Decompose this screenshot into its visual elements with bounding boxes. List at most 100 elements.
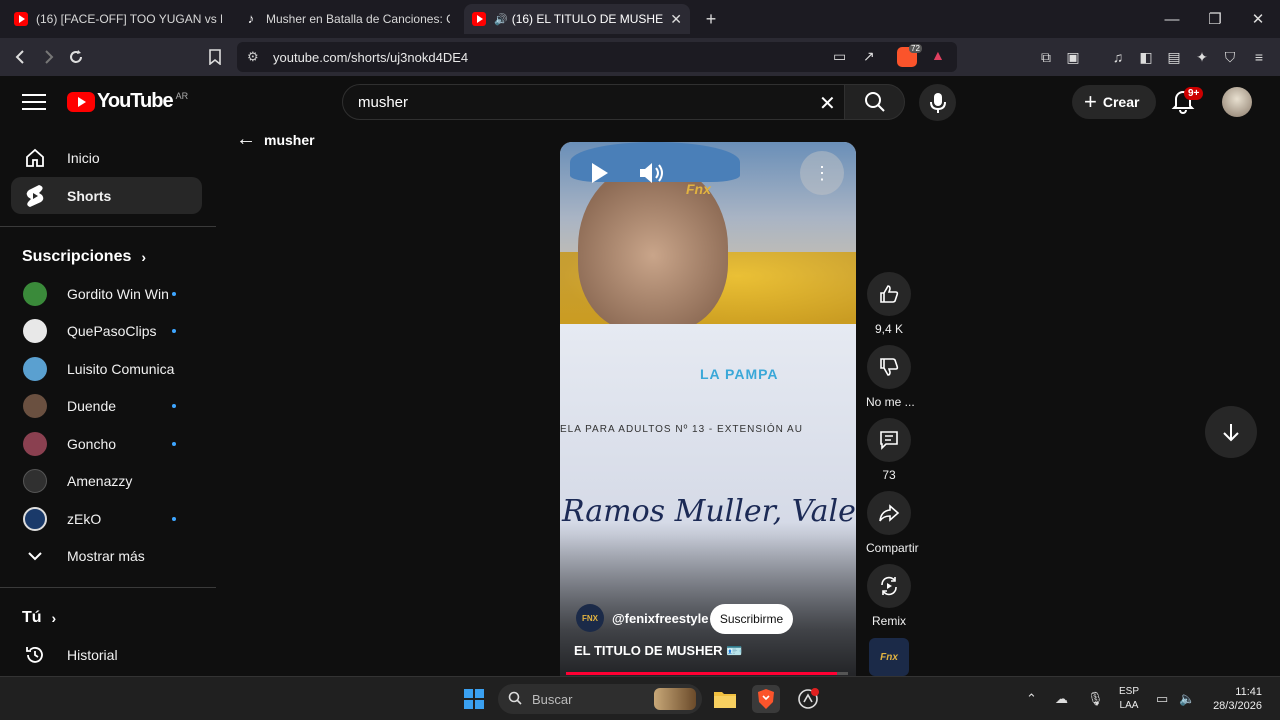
dislike-action[interactable]: No me ...: [866, 345, 915, 409]
brave-rewards-icon[interactable]: ▲: [931, 47, 945, 63]
channel-avatar: [23, 318, 47, 343]
maximize-icon[interactable]: ❐: [1193, 0, 1237, 38]
video-title[interactable]: EL TITULO DE MUSHER 🪪: [574, 643, 742, 659]
input-language[interactable]: ESP LAA: [1119, 685, 1139, 713]
shields-count: 72: [909, 44, 922, 53]
dislike-button[interactable]: [867, 345, 911, 389]
certificate-line-text: ELA PARA ADULTOS Nº 13 - EXTENSIÓN AU: [560, 424, 803, 435]
back-icon[interactable]: [8, 44, 34, 70]
windows-start-icon[interactable]: [460, 685, 488, 713]
sidebar-item-label: Amenazzy: [67, 472, 133, 489]
like-action[interactable]: 9,4 K: [866, 272, 912, 336]
you-heading[interactable]: Tú ›: [22, 609, 56, 627]
microphone-tray-icon[interactable]: 🎙: [1087, 691, 1104, 707]
file-explorer-icon[interactable]: [711, 685, 739, 713]
next-video-button[interactable]: [1205, 406, 1257, 458]
remix-icon: [881, 576, 897, 596]
comments-button[interactable]: [867, 418, 911, 462]
leo-ai-icon[interactable]: ✦: [1193, 48, 1211, 66]
sidebar-item-inicio[interactable]: Inicio: [11, 139, 202, 176]
media-icon[interactable]: ♫: [1109, 48, 1127, 66]
sidebar-item-shorts[interactable]: Shorts: [11, 177, 202, 214]
arrow-down-icon: [1223, 424, 1239, 442]
more-options-icon[interactable]: ⋮: [800, 151, 844, 195]
sidebar-item-subscription[interactable]: Amenazzy: [11, 462, 202, 499]
browser-tab-2[interactable]: ♪ Musher en Batalla de Canciones: Can: [236, 4, 458, 34]
channel-avatar: [23, 393, 47, 418]
new-content-dot: [172, 292, 176, 296]
search-input[interactable]: musher: [358, 94, 408, 111]
channel-name[interactable]: @fenixfreestyle: [612, 611, 709, 626]
remix-button[interactable]: [867, 564, 911, 608]
volume-tray-icon[interactable]: 🔈: [1179, 691, 1195, 707]
address-bar[interactable]: ⚙ youtube.com/shorts/uj3nokd4DE4 ▭ ↗ 72 …: [237, 42, 957, 72]
share-label: Compartir: [866, 541, 919, 555]
share-button[interactable]: [867, 491, 911, 535]
history-icon: [23, 643, 47, 667]
search-button[interactable]: [844, 84, 905, 120]
system-clock[interactable]: 11:41 28/3/2026: [1206, 685, 1262, 713]
search-box[interactable]: musher ✕: [342, 84, 905, 120]
close-window-icon[interactable]: ✕: [1236, 0, 1280, 38]
shorts-video-player[interactable]: LA PAMPA ELA PARA ADULTOS Nº 13 - EXTENS…: [560, 142, 856, 676]
language-code: ESP: [1119, 686, 1140, 697]
minimize-icon[interactable]: —: [1150, 0, 1194, 38]
channel-avatar[interactable]: FNX: [576, 604, 604, 632]
volume-icon[interactable]: [636, 158, 666, 188]
browser-toolbar: ⚙ youtube.com/shorts/uj3nokd4DE4 ▭ ↗ 72 …: [0, 38, 1280, 76]
clock-time: 11:41: [1235, 686, 1262, 698]
remix-action[interactable]: Remix: [866, 564, 912, 628]
bookmark-icon[interactable]: [202, 44, 228, 70]
brave-browser-icon[interactable]: [752, 685, 780, 713]
sidebar-item-label: Mostrar más: [67, 547, 145, 564]
create-button[interactable]: + Crear: [1072, 85, 1156, 119]
show-hidden-icons-icon[interactable]: ⌃: [1026, 691, 1037, 707]
tab-title: Musher en Batalla de Canciones: Can: [266, 12, 450, 26]
new-tab-button[interactable]: +: [698, 6, 724, 32]
sidebar-item-subscription[interactable]: Luisito Comunica: [11, 350, 202, 387]
dislike-label: No me ...: [866, 395, 915, 409]
site-info-icon[interactable]: ⚙: [247, 49, 259, 65]
subscribe-button[interactable]: Suscribirme: [710, 604, 793, 634]
browser-tab-3-active[interactable]: 🔊 (16) EL TITULO DE MUSHER 🪪 ✕: [464, 4, 690, 34]
close-tab-icon[interactable]: ✕: [664, 11, 682, 28]
comments-action[interactable]: 73: [866, 418, 912, 482]
vpn-icon[interactable]: ⛉: [1221, 48, 1239, 66]
cast-icon[interactable]: ▭: [833, 48, 846, 65]
sidebar-icon[interactable]: ◧: [1137, 48, 1155, 66]
sidebar-item-label: Luisito Comunica: [67, 360, 175, 377]
account-avatar[interactable]: [1222, 87, 1252, 117]
channel-avatar: [23, 506, 47, 531]
voice-search-button[interactable]: [919, 84, 956, 121]
taskbar-search[interactable]: Buscar: [498, 684, 702, 714]
channel-avatar: [23, 356, 47, 381]
forward-icon[interactable]: [35, 44, 61, 70]
clock-date: 28/3/2026: [1213, 700, 1262, 712]
sidebar-item-history[interactable]: Historial: [11, 636, 202, 673]
back-to-search-button[interactable]: ← musher: [236, 128, 315, 151]
clear-search-icon[interactable]: ✕: [819, 91, 836, 116]
video-progress-bar[interactable]: [566, 672, 848, 675]
browser-tab-1[interactable]: (16) [FACE-OFF] TOO YUGAN vs MUS: [6, 4, 230, 34]
show-more-button[interactable]: Mostrar más: [11, 537, 202, 574]
reload-icon[interactable]: [63, 44, 89, 70]
like-button[interactable]: [867, 272, 911, 316]
extensions-icon[interactable]: ⧉: [1037, 48, 1055, 66]
plus-icon: +: [1084, 89, 1097, 114]
subscriptions-heading[interactable]: Suscripciones ›: [22, 248, 146, 266]
tab-title: (16) EL TITULO DE MUSHER 🪪: [511, 12, 665, 26]
wallet-icon[interactable]: ▤: [1165, 48, 1183, 66]
shorts-icon: [23, 184, 47, 208]
app-icon-with-badge[interactable]: [794, 685, 822, 713]
onedrive-icon[interactable]: ☁: [1055, 691, 1068, 707]
audio-track-thumbnail[interactable]: Fnx: [869, 638, 909, 676]
share-action[interactable]: Compartir: [866, 491, 919, 555]
screenshot-icon[interactable]: ▣: [1064, 48, 1082, 66]
tiktok-icon: ♪: [247, 11, 255, 26]
menu-icon[interactable]: ≡: [1250, 48, 1268, 66]
play-icon[interactable]: [584, 158, 614, 188]
create-label: Crear: [1102, 94, 1140, 110]
network-icon[interactable]: ▭: [1156, 691, 1168, 707]
share-icon[interactable]: ↗: [863, 48, 875, 65]
new-content-dot: [172, 442, 176, 446]
